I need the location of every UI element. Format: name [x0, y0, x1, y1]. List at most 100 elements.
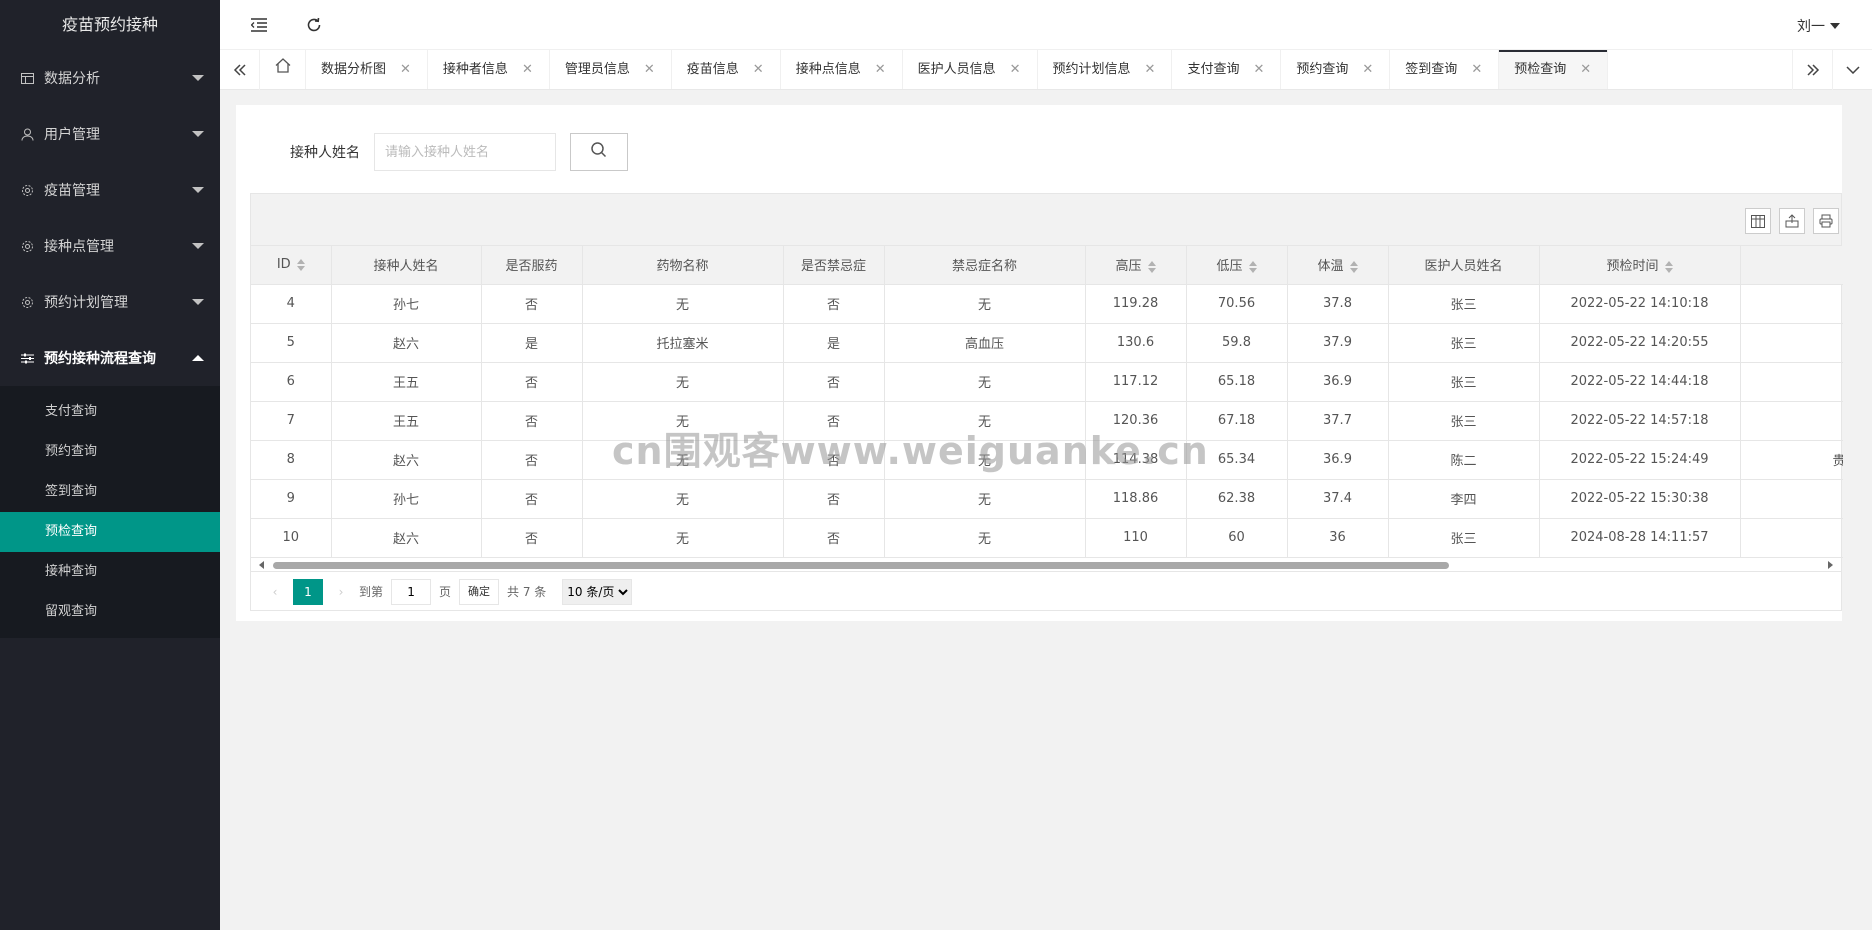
sidebar-item-plan-management[interactable]: 预约计划管理 [0, 274, 220, 330]
sidebar-item-label: 接种点管理 [44, 239, 114, 255]
sidebar-item-data-analysis[interactable]: 数据分析 [0, 50, 220, 106]
table-cell: 65.34 [1186, 440, 1288, 480]
tab-home[interactable] [260, 50, 306, 89]
table-row[interactable]: 10 赵六否无否无 110 60 36 张三 2024-08-28 14:11:57 [251, 518, 1843, 558]
pager-goto-input[interactable] [391, 578, 432, 605]
table-row[interactable]: 9 孙七否无否无 118.86 62.38 37.4 李四 2022-05-22 15:30… [251, 479, 1843, 519]
table-row[interactable]: 5 赵六是托拉塞米是高血压 130.6 59.8 37.9 张三 2022-05-22 14… [251, 323, 1843, 363]
table-cell: 60 [1186, 518, 1288, 558]
table-grid: ID 接种人姓名 是否服药 药物名称 是否禁忌症 禁忌症名称 高压 低压 体温 … [251, 246, 1843, 558]
chevron-down-icon [192, 243, 204, 249]
tab-medical-staff-info[interactable]: 医护人员信息 ✕ [903, 50, 1038, 89]
pager-next-icon[interactable]: › [331, 585, 351, 599]
table-cell: 孙七 [331, 284, 482, 324]
tab-plan-info[interactable]: 预约计划信息 ✕ [1038, 50, 1173, 89]
sidebar-subitem-observation[interactable]: 留观查询 [0, 592, 220, 632]
column-header-diastolic[interactable]: 低压 [1186, 246, 1288, 285]
sidebar-subitem-payment[interactable]: 支付查询 [0, 392, 220, 432]
table-cell: 2022-05-22 14:44:18 [1539, 362, 1741, 402]
tabs-scroll-left-icon[interactable] [220, 50, 260, 90]
table-row[interactable]: 7 王五否无否无 120.36 67.18 37.7 张三 2022-05-22 14:57… [251, 401, 1843, 441]
tab-precheck-query[interactable]: 预检查询 ✕ [1499, 50, 1609, 89]
sidebar-item-process-query[interactable]: 预约接种流程查询 [0, 330, 220, 386]
table-cell: 否 [783, 401, 885, 441]
scrollbar-thumb[interactable] [273, 561, 1449, 569]
table-cell: 130.6 [1085, 323, 1187, 363]
scroll-left-arrow-icon[interactable] [259, 560, 264, 569]
close-icon[interactable]: ✕ [1471, 50, 1482, 89]
close-icon[interactable]: ✕ [644, 50, 655, 89]
tab-recipient-info[interactable]: 接种者信息 ✕ [428, 50, 550, 89]
pager-current-page[interactable]: 1 [293, 578, 323, 605]
tabs-scroll-right-icon[interactable] [1792, 50, 1832, 90]
print-icon[interactable] [1813, 208, 1839, 234]
table-cell: 高血压 [884, 323, 1086, 363]
tab-appointment-query[interactable]: 预约查询 ✕ [1281, 50, 1391, 89]
column-header-on-medication: 是否服药 [481, 246, 583, 285]
tabs-menu-chevron-down-icon[interactable] [1832, 50, 1872, 90]
sidebar-item-label: 用户管理 [44, 127, 100, 143]
table-cell: 无 [582, 284, 784, 324]
close-icon[interactable]: ✕ [1145, 50, 1156, 89]
sort-icon[interactable] [1248, 260, 1257, 273]
table-toolbar [251, 194, 1841, 246]
table-cell: 李四 [1388, 479, 1540, 519]
table-cell: 67.18 [1186, 401, 1288, 441]
sort-icon[interactable] [1664, 260, 1673, 273]
close-icon[interactable]: ✕ [753, 50, 764, 89]
column-header-temperature[interactable]: 体温 [1287, 246, 1389, 285]
sidebar-item-user-management[interactable]: 用户管理 [0, 106, 220, 162]
pager-confirm-button[interactable]: 确定 [459, 578, 500, 605]
close-icon[interactable]: ✕ [1253, 50, 1264, 89]
sort-icon[interactable] [296, 258, 305, 271]
scroll-right-arrow-icon[interactable] [1828, 560, 1833, 569]
close-icon[interactable]: ✕ [1010, 50, 1021, 89]
sidebar-subitem-checkin[interactable]: 签到查询 [0, 472, 220, 512]
tab-vaccine-info[interactable]: 疫苗信息 ✕ [672, 50, 781, 89]
column-header-medical-staff: 医护人员姓名 [1388, 246, 1540, 285]
table-cell: 无 [884, 362, 1086, 402]
sidebar-subitem-appointment[interactable]: 预约查询 [0, 432, 220, 472]
sort-icon[interactable] [1349, 260, 1358, 273]
table-row[interactable]: 8 赵六否无否无 114.38 65.34 36.9 陈二 2022-05-22 15:24… [251, 440, 1843, 480]
horizontal-scrollbar[interactable] [251, 557, 1841, 572]
table-row[interactable]: 6 王五否无否无 117.12 65.18 36.9 张三 2022-05-22 14:44… [251, 362, 1843, 402]
close-icon[interactable]: ✕ [875, 50, 886, 89]
close-icon[interactable]: ✕ [522, 50, 533, 89]
sidebar-item-vaccine-management[interactable]: 疫苗管理 [0, 162, 220, 218]
table-cell: 37.9 [1287, 323, 1389, 363]
export-icon[interactable] [1779, 208, 1805, 234]
refresh-icon[interactable] [303, 14, 325, 36]
search-input[interactable] [374, 133, 556, 171]
column-header-precheck-time[interactable]: 预检时间 [1539, 246, 1741, 285]
tab-site-info[interactable]: 接种点信息 ✕ [781, 50, 903, 89]
table-cell: 2024-08-28 14:11:57 [1539, 518, 1741, 558]
sidebar-subitem-vaccination[interactable]: 接种查询 [0, 552, 220, 592]
columns-filter-icon[interactable] [1745, 208, 1771, 234]
table-cell: 无 [582, 362, 784, 402]
menu-collapse-icon[interactable] [248, 14, 270, 36]
table-cell [1740, 323, 1843, 363]
table-cell [1740, 518, 1843, 558]
tab-data-chart[interactable]: 数据分析图 ✕ [306, 50, 428, 89]
tab-checkin-query[interactable]: 签到查询 ✕ [1390, 50, 1500, 89]
sidebar-item-site-management[interactable]: 接种点管理 [0, 218, 220, 274]
sort-icon[interactable] [1147, 260, 1156, 273]
user-menu[interactable]: 刘一 [1797, 16, 1840, 36]
search-button[interactable] [570, 133, 628, 171]
close-icon[interactable]: ✕ [1580, 50, 1591, 89]
pager-size-select[interactable]: 10 条/页 [562, 578, 633, 605]
table-cell: 70.56 [1186, 284, 1288, 324]
column-header-id[interactable]: ID [251, 246, 332, 285]
table-header-row: ID 接种人姓名 是否服药 药物名称 是否禁忌症 禁忌症名称 高压 低压 体温 … [251, 246, 1843, 285]
close-icon[interactable]: ✕ [400, 50, 411, 89]
column-header-systolic[interactable]: 高压 [1085, 246, 1187, 285]
table-cell: 119.28 [1085, 284, 1187, 324]
tab-payment-query[interactable]: 支付查询 ✕ [1172, 50, 1282, 89]
table-row[interactable]: 4 孙七否无否无 119.28 70.56 37.8 张三 2022-05-22 14:10… [251, 284, 1843, 324]
tab-admin-info[interactable]: 管理员信息 ✕ [550, 50, 672, 89]
close-icon[interactable]: ✕ [1362, 50, 1373, 89]
pager-prev-icon[interactable]: ‹ [265, 585, 285, 599]
sidebar-subitem-precheck[interactable]: 预检查询 [0, 512, 220, 552]
table-cell: 无 [884, 440, 1086, 480]
